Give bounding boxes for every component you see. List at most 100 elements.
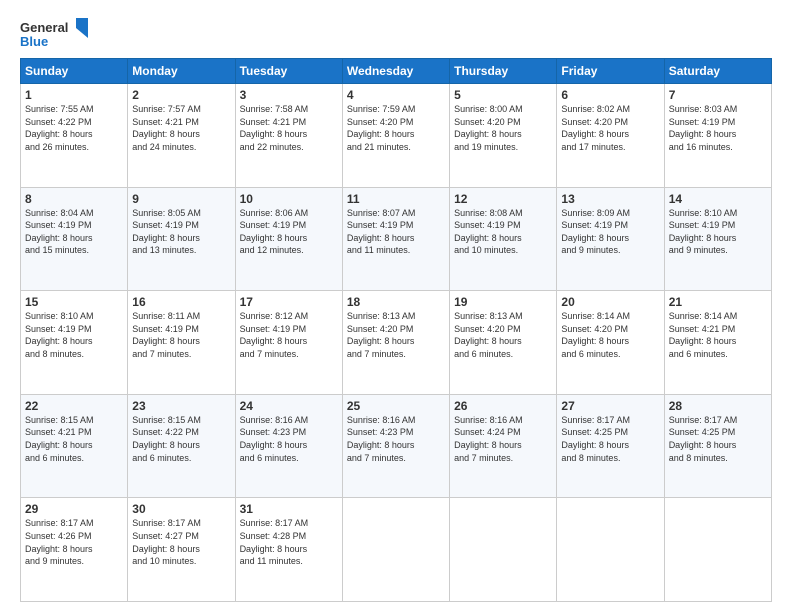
day-info: Sunrise: 7:59 AM Sunset: 4:20 PM Dayligh… [347,103,445,153]
day-info: Sunrise: 8:09 AM Sunset: 4:19 PM Dayligh… [561,207,659,257]
dow-header-saturday: Saturday [664,59,771,84]
day-info: Sunrise: 8:05 AM Sunset: 4:19 PM Dayligh… [132,207,230,257]
day-number: 22 [25,399,123,413]
calendar-cell [342,498,449,602]
day-number: 14 [669,192,767,206]
logo: GeneralBlue [20,18,90,50]
day-number: 31 [240,502,338,516]
day-number: 28 [669,399,767,413]
day-number: 24 [240,399,338,413]
day-number: 25 [347,399,445,413]
dow-header-monday: Monday [128,59,235,84]
day-number: 4 [347,88,445,102]
calendar-cell: 6Sunrise: 8:02 AM Sunset: 4:20 PM Daylig… [557,84,664,188]
calendar-cell: 23Sunrise: 8:15 AM Sunset: 4:22 PM Dayli… [128,394,235,498]
page-header: GeneralBlue [20,18,772,50]
calendar-cell: 22Sunrise: 8:15 AM Sunset: 4:21 PM Dayli… [21,394,128,498]
day-number: 15 [25,295,123,309]
calendar-cell: 24Sunrise: 8:16 AM Sunset: 4:23 PM Dayli… [235,394,342,498]
day-number: 18 [347,295,445,309]
calendar-cell: 7Sunrise: 8:03 AM Sunset: 4:19 PM Daylig… [664,84,771,188]
day-info: Sunrise: 8:00 AM Sunset: 4:20 PM Dayligh… [454,103,552,153]
logo-svg: GeneralBlue [20,18,90,50]
day-info: Sunrise: 8:12 AM Sunset: 4:19 PM Dayligh… [240,310,338,360]
calendar-cell: 9Sunrise: 8:05 AM Sunset: 4:19 PM Daylig… [128,187,235,291]
svg-text:Blue: Blue [20,34,48,49]
calendar-cell: 28Sunrise: 8:17 AM Sunset: 4:25 PM Dayli… [664,394,771,498]
day-info: Sunrise: 8:07 AM Sunset: 4:19 PM Dayligh… [347,207,445,257]
calendar-cell: 15Sunrise: 8:10 AM Sunset: 4:19 PM Dayli… [21,291,128,395]
calendar-cell: 11Sunrise: 8:07 AM Sunset: 4:19 PM Dayli… [342,187,449,291]
day-info: Sunrise: 8:08 AM Sunset: 4:19 PM Dayligh… [454,207,552,257]
calendar-cell: 12Sunrise: 8:08 AM Sunset: 4:19 PM Dayli… [450,187,557,291]
day-info: Sunrise: 8:14 AM Sunset: 4:20 PM Dayligh… [561,310,659,360]
calendar-cell [557,498,664,602]
day-info: Sunrise: 8:17 AM Sunset: 4:28 PM Dayligh… [240,517,338,567]
day-number: 13 [561,192,659,206]
day-number: 23 [132,399,230,413]
day-number: 12 [454,192,552,206]
calendar-cell: 14Sunrise: 8:10 AM Sunset: 4:19 PM Dayli… [664,187,771,291]
day-number: 5 [454,88,552,102]
dow-header-tuesday: Tuesday [235,59,342,84]
day-info: Sunrise: 8:15 AM Sunset: 4:22 PM Dayligh… [132,414,230,464]
day-number: 1 [25,88,123,102]
day-info: Sunrise: 8:10 AM Sunset: 4:19 PM Dayligh… [25,310,123,360]
calendar-cell: 2Sunrise: 7:57 AM Sunset: 4:21 PM Daylig… [128,84,235,188]
calendar-cell: 20Sunrise: 8:14 AM Sunset: 4:20 PM Dayli… [557,291,664,395]
day-info: Sunrise: 7:57 AM Sunset: 4:21 PM Dayligh… [132,103,230,153]
calendar-cell: 19Sunrise: 8:13 AM Sunset: 4:20 PM Dayli… [450,291,557,395]
calendar-cell: 1Sunrise: 7:55 AM Sunset: 4:22 PM Daylig… [21,84,128,188]
calendar-cell: 31Sunrise: 8:17 AM Sunset: 4:28 PM Dayli… [235,498,342,602]
calendar-cell: 21Sunrise: 8:14 AM Sunset: 4:21 PM Dayli… [664,291,771,395]
day-number: 9 [132,192,230,206]
calendar-cell: 26Sunrise: 8:16 AM Sunset: 4:24 PM Dayli… [450,394,557,498]
calendar-table: SundayMondayTuesdayWednesdayThursdayFrid… [20,58,772,602]
calendar-cell: 10Sunrise: 8:06 AM Sunset: 4:19 PM Dayli… [235,187,342,291]
day-number: 26 [454,399,552,413]
calendar-cell [664,498,771,602]
day-number: 17 [240,295,338,309]
svg-text:General: General [20,20,68,35]
day-number: 6 [561,88,659,102]
dow-header-sunday: Sunday [21,59,128,84]
calendar-cell: 29Sunrise: 8:17 AM Sunset: 4:26 PM Dayli… [21,498,128,602]
day-info: Sunrise: 8:11 AM Sunset: 4:19 PM Dayligh… [132,310,230,360]
calendar-cell: 8Sunrise: 8:04 AM Sunset: 4:19 PM Daylig… [21,187,128,291]
day-number: 27 [561,399,659,413]
day-info: Sunrise: 8:14 AM Sunset: 4:21 PM Dayligh… [669,310,767,360]
calendar-cell: 25Sunrise: 8:16 AM Sunset: 4:23 PM Dayli… [342,394,449,498]
calendar-cell: 5Sunrise: 8:00 AM Sunset: 4:20 PM Daylig… [450,84,557,188]
day-info: Sunrise: 8:17 AM Sunset: 4:25 PM Dayligh… [561,414,659,464]
calendar-cell: 18Sunrise: 8:13 AM Sunset: 4:20 PM Dayli… [342,291,449,395]
day-number: 8 [25,192,123,206]
day-info: Sunrise: 8:16 AM Sunset: 4:23 PM Dayligh… [347,414,445,464]
calendar-cell: 16Sunrise: 8:11 AM Sunset: 4:19 PM Dayli… [128,291,235,395]
dow-header-wednesday: Wednesday [342,59,449,84]
calendar-cell: 30Sunrise: 8:17 AM Sunset: 4:27 PM Dayli… [128,498,235,602]
day-info: Sunrise: 8:13 AM Sunset: 4:20 PM Dayligh… [454,310,552,360]
day-number: 2 [132,88,230,102]
day-info: Sunrise: 8:17 AM Sunset: 4:25 PM Dayligh… [669,414,767,464]
day-number: 11 [347,192,445,206]
dow-header-friday: Friday [557,59,664,84]
day-number: 30 [132,502,230,516]
day-info: Sunrise: 7:55 AM Sunset: 4:22 PM Dayligh… [25,103,123,153]
calendar-cell: 4Sunrise: 7:59 AM Sunset: 4:20 PM Daylig… [342,84,449,188]
dow-header-thursday: Thursday [450,59,557,84]
calendar-cell: 3Sunrise: 7:58 AM Sunset: 4:21 PM Daylig… [235,84,342,188]
day-info: Sunrise: 8:17 AM Sunset: 4:26 PM Dayligh… [25,517,123,567]
day-info: Sunrise: 8:03 AM Sunset: 4:19 PM Dayligh… [669,103,767,153]
day-info: Sunrise: 8:04 AM Sunset: 4:19 PM Dayligh… [25,207,123,257]
day-number: 3 [240,88,338,102]
day-info: Sunrise: 8:16 AM Sunset: 4:23 PM Dayligh… [240,414,338,464]
day-info: Sunrise: 8:13 AM Sunset: 4:20 PM Dayligh… [347,310,445,360]
day-info: Sunrise: 8:06 AM Sunset: 4:19 PM Dayligh… [240,207,338,257]
day-number: 19 [454,295,552,309]
day-number: 21 [669,295,767,309]
day-info: Sunrise: 8:02 AM Sunset: 4:20 PM Dayligh… [561,103,659,153]
day-number: 20 [561,295,659,309]
calendar-cell [450,498,557,602]
day-info: Sunrise: 8:17 AM Sunset: 4:27 PM Dayligh… [132,517,230,567]
calendar-cell: 27Sunrise: 8:17 AM Sunset: 4:25 PM Dayli… [557,394,664,498]
